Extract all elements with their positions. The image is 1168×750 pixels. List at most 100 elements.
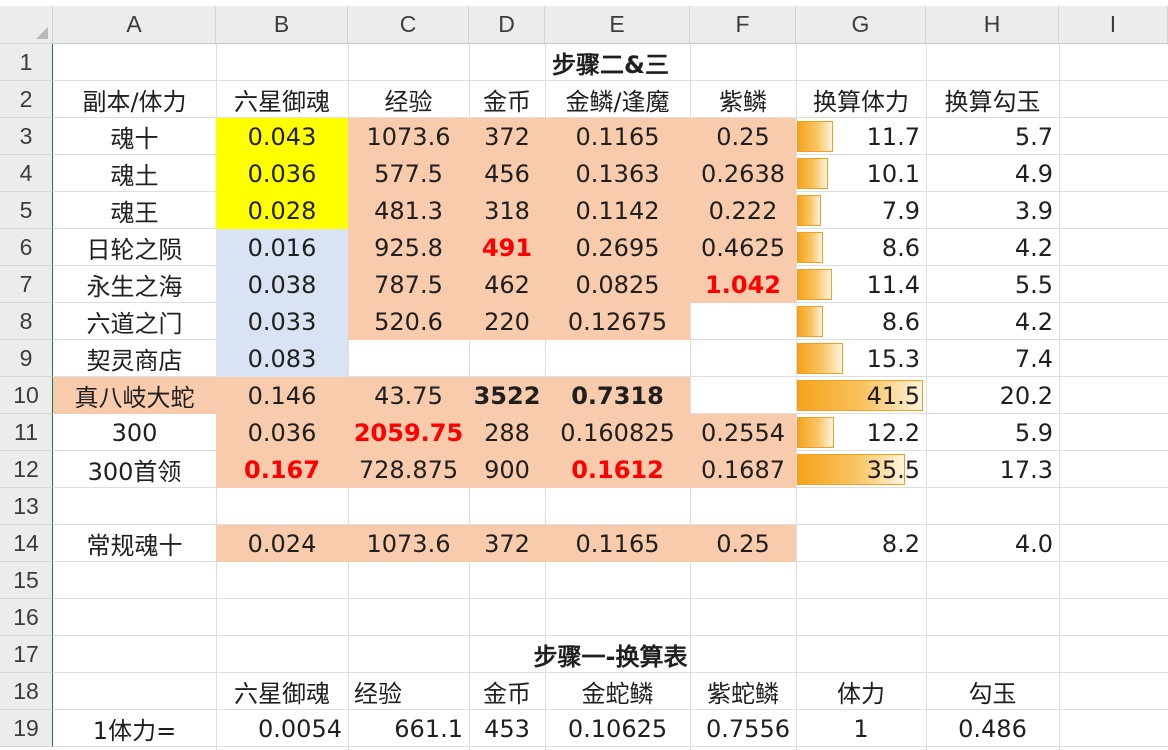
table-cell-name[interactable]: 契灵商店 <box>53 340 216 377</box>
table-cell-tili[interactable]: 35.5 <box>796 451 926 488</box>
table-cell-gouyu[interactable]: 17.3 <box>926 451 1059 488</box>
table-cell-gouyu[interactable]: 4.2 <box>926 229 1059 266</box>
header-cell[interactable]: 副本/体力 <box>53 81 216 118</box>
conversion-header-cell[interactable]: 紫蛇鳞 <box>690 673 796 710</box>
row-header-17[interactable]: 17 <box>0 636 53 673</box>
column-header-h[interactable]: H <box>926 6 1059 44</box>
table-cell-jinlin[interactable]: 0.2695 <box>545 229 690 266</box>
column-header-f[interactable]: F <box>690 6 796 44</box>
conversion-header-cell[interactable]: 金蛇鳞 <box>545 673 690 710</box>
table-cell-zilin[interactable]: 0.222 <box>690 192 796 229</box>
conversion-cell-label[interactable]: 1体力= <box>53 710 216 747</box>
table-cell-gouyu[interactable]: 5.9 <box>926 414 1059 451</box>
row-header-3[interactable]: 3 <box>0 118 53 155</box>
row14-cell-jinlin[interactable]: 0.1165 <box>545 525 690 562</box>
table-cell-coin[interactable]: 288 <box>469 414 545 451</box>
table-cell-tili[interactable]: 41.5 <box>796 377 926 414</box>
table-cell-coin[interactable]: 372 <box>469 118 545 155</box>
row-header-19[interactable]: 19 <box>0 710 53 747</box>
column-header-c[interactable]: C <box>348 6 469 44</box>
table-cell-gouyu[interactable]: 4.2 <box>926 303 1059 340</box>
table-cell-coin[interactable]: 456 <box>469 155 545 192</box>
table-cell-tili[interactable]: 10.1 <box>796 155 926 192</box>
row14-cell-gouyu[interactable]: 4.0 <box>926 525 1059 562</box>
table-cell-jinlin[interactable]: 0.7318 <box>545 377 690 414</box>
table-cell-coin[interactable]: 220 <box>469 303 545 340</box>
table-cell-yuhun[interactable]: 0.028 <box>216 192 348 229</box>
table-cell-name[interactable]: 魂土 <box>53 155 216 192</box>
conversion-cell-exp[interactable]: 661.1 <box>348 710 469 747</box>
sheet-title-step1[interactable]: 步骤一-换算表 <box>53 636 1168 673</box>
table-cell-name[interactable]: 永生之海 <box>53 266 216 303</box>
row-header-11[interactable]: 11 <box>0 414 53 451</box>
table-cell-exp[interactable]: 728.875 <box>348 451 469 488</box>
table-cell-zilin[interactable]: 0.4625 <box>690 229 796 266</box>
conversion-cell-yuhun[interactable]: 0.0054 <box>216 710 348 747</box>
table-cell-tili[interactable]: 11.4 <box>796 266 926 303</box>
row-header-6[interactable]: 6 <box>0 229 53 266</box>
conversion-cell-gouyu[interactable]: 0.486 <box>926 710 1059 747</box>
table-cell-exp[interactable]: 43.75 <box>348 377 469 414</box>
table-cell-coin[interactable]: 491 <box>469 229 545 266</box>
table-cell-name[interactable]: 真八岐大蛇 <box>53 377 216 414</box>
header-cell[interactable]: 六星御魂 <box>216 81 348 118</box>
row-header-5[interactable]: 5 <box>0 192 53 229</box>
row-header-9[interactable]: 9 <box>0 340 53 377</box>
header-cell[interactable]: 经验 <box>348 81 469 118</box>
conversion-cell-tili[interactable]: 1 <box>796 710 926 747</box>
spreadsheet-grid[interactable]: ABCDEFGHI 1 2 3 4 5 6 7 8 9 10 11 12 13 14 15 16 17 18 19 … <box>0 6 1168 750</box>
table-cell-jinlin[interactable]: 0.1363 <box>545 155 690 192</box>
conversion-header-cell[interactable]: 体力 <box>796 673 926 710</box>
table-cell-coin[interactable]: 900 <box>469 451 545 488</box>
table-cell-exp[interactable] <box>348 340 469 377</box>
column-header-e[interactable]: E <box>545 6 690 44</box>
row14-cell-yuhun[interactable]: 0.024 <box>216 525 348 562</box>
table-cell-yuhun[interactable]: 0.146 <box>216 377 348 414</box>
header-cell[interactable]: 金鳞/逢魔 <box>545 81 690 118</box>
column-header-i[interactable]: I <box>1059 6 1168 44</box>
conversion-header-cell[interactable]: 六星御魂 <box>216 673 348 710</box>
table-cell-zilin[interactable]: 0.2554 <box>690 414 796 451</box>
table-cell-name[interactable]: 魂十 <box>53 118 216 155</box>
row-header-18[interactable]: 18 <box>0 673 53 710</box>
table-cell-tili[interactable]: 15.3 <box>796 340 926 377</box>
row14-cell-tili[interactable]: 8.2 <box>796 525 926 562</box>
table-cell-gouyu[interactable]: 5.5 <box>926 266 1059 303</box>
table-cell-jinlin[interactable]: 0.0825 <box>545 266 690 303</box>
table-cell-zilin[interactable]: 0.25 <box>690 118 796 155</box>
row-header-2[interactable]: 2 <box>0 81 53 118</box>
table-cell-tili[interactable]: 7.9 <box>796 192 926 229</box>
row14-cell-zilin[interactable]: 0.25 <box>690 525 796 562</box>
table-cell-exp[interactable]: 481.3 <box>348 192 469 229</box>
table-cell-name[interactable]: 300 <box>53 414 216 451</box>
table-cell-jinlin[interactable] <box>545 340 690 377</box>
row-header-1[interactable]: 1 <box>0 44 53 81</box>
conversion-header-cell[interactable]: 经验 <box>348 673 469 710</box>
table-cell-jinlin[interactable]: 0.12675 <box>545 303 690 340</box>
table-cell-name[interactable]: 300首领 <box>53 451 216 488</box>
table-cell-jinlin[interactable]: 0.1142 <box>545 192 690 229</box>
row-header-15[interactable]: 15 <box>0 562 53 599</box>
table-cell-exp[interactable]: 577.5 <box>348 155 469 192</box>
row-header-8[interactable]: 8 <box>0 303 53 340</box>
table-cell-zilin[interactable] <box>690 340 796 377</box>
table-cell-jinlin[interactable]: 0.160825 <box>545 414 690 451</box>
table-cell-coin[interactable] <box>469 340 545 377</box>
table-cell-coin[interactable]: 318 <box>469 192 545 229</box>
sheet-title-step23[interactable]: 步骤二&三 <box>53 44 1168 81</box>
table-cell-yuhun[interactable]: 0.083 <box>216 340 348 377</box>
conversion-header-cell[interactable]: 勾玉 <box>926 673 1059 710</box>
row-header-14[interactable]: 14 <box>0 525 53 562</box>
table-cell-yuhun[interactable]: 0.038 <box>216 266 348 303</box>
table-cell-zilin[interactable]: 0.1687 <box>690 451 796 488</box>
row14-cell-coin[interactable]: 372 <box>469 525 545 562</box>
table-cell-jinlin[interactable]: 0.1612 <box>545 451 690 488</box>
header-cell[interactable]: 换算体力 <box>796 81 926 118</box>
conversion-header-cell[interactable]: 金币 <box>469 673 545 710</box>
table-cell-zilin[interactable] <box>690 377 796 414</box>
header-cell[interactable]: 紫鳞 <box>690 81 796 118</box>
table-cell-zilin[interactable] <box>690 303 796 340</box>
row-header-16[interactable]: 16 <box>0 599 53 636</box>
table-cell-yuhun[interactable]: 0.033 <box>216 303 348 340</box>
table-cell-zilin[interactable]: 0.2638 <box>690 155 796 192</box>
